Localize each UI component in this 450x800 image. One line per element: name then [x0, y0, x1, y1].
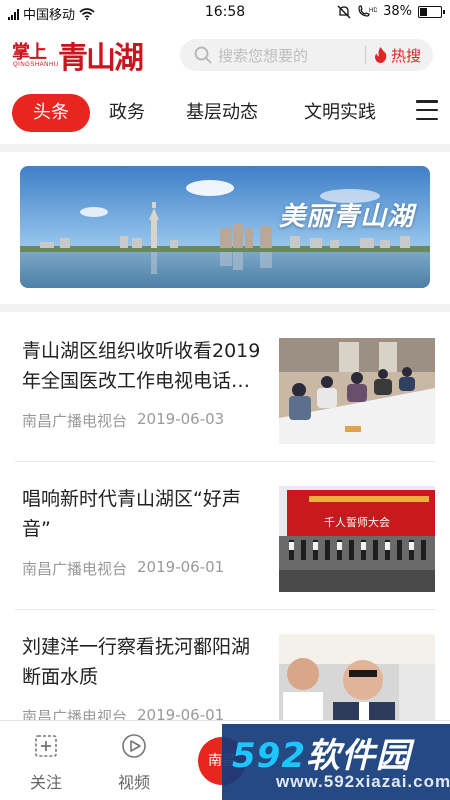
- search-divider: [364, 46, 366, 64]
- nav-video-label: 视频: [117, 773, 150, 792]
- news-thumbnail[interactable]: [279, 338, 435, 444]
- call-hd-icon: HD: [358, 4, 377, 17]
- play-circle-icon: [122, 734, 146, 758]
- logo-small-text: 掌上: [12, 42, 47, 63]
- news-item[interactable]: 唱响新时代青山湖区“好声音” 南昌广播电视台 2019-06-01 千人誓师大会: [0, 462, 450, 610]
- nav-video[interactable]: 视频: [104, 733, 164, 793]
- svg-text:HD: HD: [369, 8, 377, 14]
- section-divider: [0, 304, 450, 312]
- news-date: 2019-06-03: [137, 410, 225, 428]
- thumbnail-caption: 千人誓师大会: [324, 515, 390, 529]
- news-title[interactable]: 刘建洋一行察看抚河鄱阳湖断面水质: [22, 632, 268, 692]
- app-header: 掌上 QINGSHANHU 青山湖 搜索您想要的 热搜: [0, 28, 450, 80]
- watermark: 592软件园 www.592xiazai.com: [222, 724, 450, 800]
- battery-percent: 38%: [383, 4, 412, 19]
- logo-big-text: 青山湖: [58, 41, 144, 76]
- news-source: 南昌广播电视台: [22, 560, 128, 578]
- watermark-number: 592: [232, 736, 306, 776]
- watermark-text: 软件园: [305, 736, 411, 776]
- news-date: 2019-06-01: [137, 558, 225, 576]
- nav-follow-label: 关注: [29, 773, 62, 792]
- news-item[interactable]: 青山湖区组织收听收看2019年全国医改工作电视电话… 南昌广播电视台 2019-…: [0, 314, 450, 462]
- news-meta: 南昌广播电视台 2019-06-01: [22, 558, 224, 579]
- news-meta: 南昌广播电视台 2019-06-03: [22, 410, 224, 431]
- tab-grassroots[interactable]: 基层动态: [186, 94, 258, 132]
- tab-headlines[interactable]: 头条: [12, 94, 90, 132]
- menu-icon[interactable]: [416, 100, 438, 120]
- status-bar: 中国移动 16:58 HD 38%: [0, 0, 450, 26]
- battery-icon: [418, 5, 445, 18]
- search-bar[interactable]: 搜索您想要的 热搜: [180, 39, 433, 71]
- watermark-logo: 592软件园: [232, 728, 411, 777]
- tab-civilization[interactable]: 文明实践: [304, 94, 376, 132]
- plus-square-icon: [35, 735, 57, 757]
- hot-search-button[interactable]: 热搜: [374, 45, 421, 66]
- app-logo: 掌上 QINGSHANHU 青山湖: [12, 34, 157, 76]
- logo-pinyin-text: QINGSHANHU: [13, 62, 59, 68]
- banner-carousel[interactable]: 美丽青山湖: [20, 166, 430, 288]
- flame-icon: [374, 47, 387, 63]
- category-tabs: 头条 政务 基层动态 文明实践: [0, 92, 450, 134]
- search-input[interactable]: 搜索您想要的: [218, 45, 365, 66]
- mute-bell-icon: [337, 5, 351, 18]
- hot-search-label: 热搜: [390, 46, 421, 65]
- search-icon: [188, 46, 218, 64]
- watermark-url: www.592xiazai.com: [276, 772, 450, 791]
- news-title[interactable]: 唱响新时代青山湖区“好声音”: [22, 484, 268, 544]
- news-title[interactable]: 青山湖区组织收听收看2019年全国医改工作电视电话…: [22, 336, 268, 396]
- news-source: 南昌广播电视台: [22, 412, 128, 430]
- nav-follow[interactable]: 关注: [16, 733, 76, 793]
- banner-title: 美丽青山湖: [278, 202, 414, 232]
- section-divider: [0, 144, 450, 152]
- news-thumbnail[interactable]: 千人誓师大会: [279, 486, 435, 592]
- tab-government[interactable]: 政务: [109, 94, 145, 132]
